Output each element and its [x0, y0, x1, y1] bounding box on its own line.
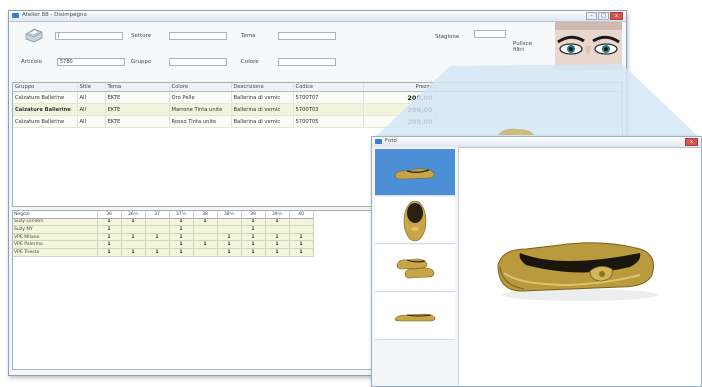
- thumbnail-top-view[interactable]: [375, 197, 455, 244]
- photo-close-button[interactable]: x: [685, 138, 698, 146]
- thumbnail-pair-view[interactable]: [375, 245, 455, 292]
- thumbnail-profile-view[interactable]: [375, 293, 455, 340]
- thumbnail-list: [372, 147, 459, 386]
- thumbnail-side-view[interactable]: [375, 149, 455, 196]
- background-shoe-fragment: [498, 128, 534, 135]
- photo-app-icon: [375, 139, 382, 144]
- photo-window: Foto x: [371, 128, 702, 387]
- photo-window-title: Foto: [385, 138, 397, 144]
- product-photo: [497, 242, 658, 301]
